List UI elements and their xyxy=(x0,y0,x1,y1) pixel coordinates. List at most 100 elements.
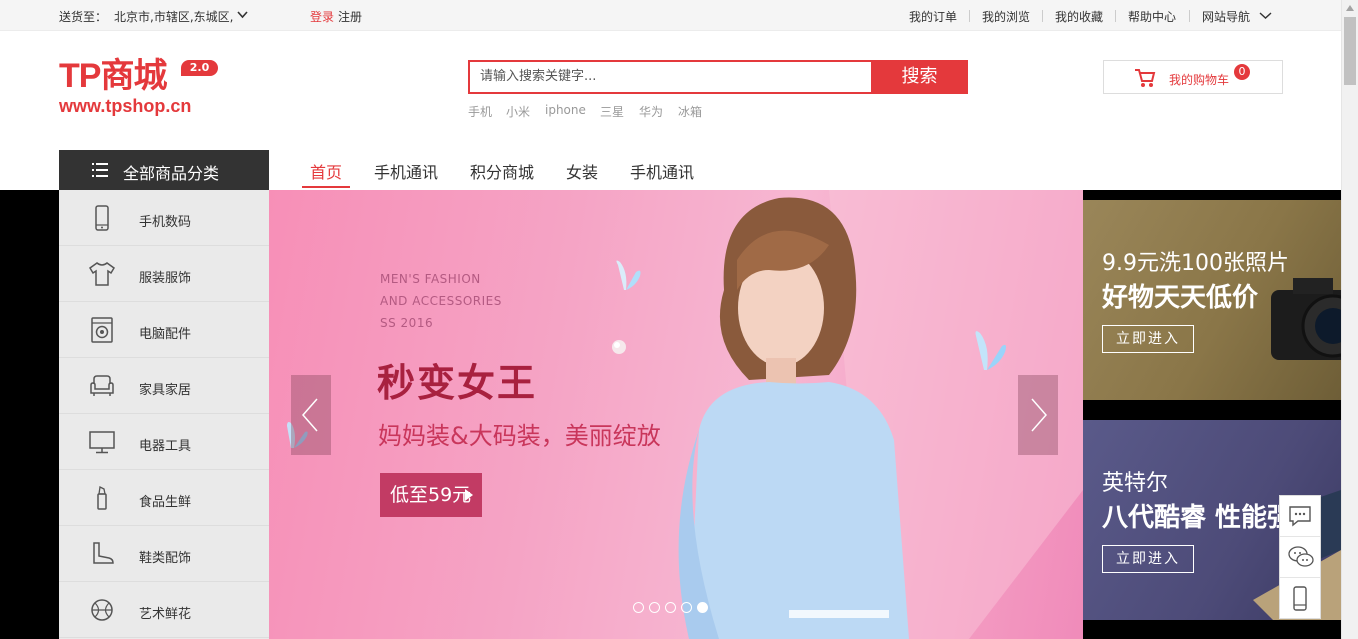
play-triangle-icon xyxy=(465,489,473,501)
logo-url: www.tpshop.cn xyxy=(59,96,192,116)
hot-word[interactable]: 小米 xyxy=(506,103,530,120)
category-label: 服装服饰 xyxy=(139,271,192,286)
logo-text[interactable]: TP商城 xyxy=(59,56,167,96)
slide-title: 秒变女王 xyxy=(377,361,538,405)
ad-enter-button[interactable]: 立即进入 xyxy=(1102,325,1194,353)
category-label: 电脑配件 xyxy=(139,327,192,342)
divider xyxy=(1115,10,1116,22)
category-sidebar: 手机数码 服装服饰 电脑配件 家具家居 电器工具 食品生鲜 鞋类配饰 艺术鲜花 xyxy=(59,190,269,639)
nav-item-phones[interactable]: 手机通讯 xyxy=(374,159,438,183)
menu-icon xyxy=(92,163,108,177)
ad-line-1: 9.9元洗100张照片 xyxy=(1102,251,1289,276)
lipstick-icon xyxy=(97,486,107,510)
category-item[interactable]: 服装服饰 xyxy=(59,246,269,302)
my-orders-link[interactable]: 我的订单 xyxy=(909,8,957,25)
register-link[interactable]: 注册 xyxy=(338,8,362,25)
boot-icon xyxy=(93,542,114,564)
category-item[interactable]: 手机数码 xyxy=(59,190,269,246)
mobile-phone-icon xyxy=(1293,586,1307,611)
cart-icon xyxy=(1135,69,1156,87)
help-center-link[interactable]: 帮助中心 xyxy=(1128,8,1176,25)
slide-cta-label: 低至59元 xyxy=(390,484,472,506)
chat-bubble-icon xyxy=(1289,506,1311,527)
category-item[interactable]: 鞋类配饰 xyxy=(59,526,269,582)
washer-icon xyxy=(91,317,113,343)
site-nav-link[interactable]: 网站导航 xyxy=(1202,8,1250,25)
nav-active-underline xyxy=(302,186,350,188)
hot-word[interactable]: 三星 xyxy=(600,103,624,120)
search-input[interactable]: 请输入搜索关键字... xyxy=(468,60,872,94)
delivery-label: 送货至： xyxy=(59,10,108,24)
nav-item-womens[interactable]: 女装 xyxy=(566,159,598,183)
monitor-icon xyxy=(89,431,115,454)
chevron-down-icon[interactable] xyxy=(237,11,248,19)
banner-decoration xyxy=(287,190,1083,639)
hot-word[interactable]: iphone xyxy=(545,103,586,117)
chevron-down-icon[interactable] xyxy=(1259,12,1272,20)
chevron-right-icon xyxy=(1031,398,1047,432)
delivery-location[interactable]: 北京市,市辖区,东城区, xyxy=(114,8,233,25)
divider xyxy=(1042,10,1043,22)
category-label: 鞋类配饰 xyxy=(139,551,192,566)
category-item[interactable]: 艺术鲜花 xyxy=(59,582,269,638)
category-label: 电器工具 xyxy=(139,439,192,454)
hot-word[interactable]: 冰箱 xyxy=(678,103,702,120)
category-item[interactable]: 电脑配件 xyxy=(59,302,269,358)
mobile-button[interactable] xyxy=(1280,578,1320,619)
slide-dot[interactable] xyxy=(681,602,692,613)
nav-item-phones-2[interactable]: 手机通讯 xyxy=(630,159,694,183)
category-label: 手机数码 xyxy=(139,215,192,230)
ad-card-camera[interactable]: 9.9元洗100张照片 好物天天低价 立即进入 xyxy=(1083,200,1341,400)
phone-icon xyxy=(95,205,109,231)
cart-button[interactable]: 我的购物车 0 xyxy=(1103,60,1283,94)
scroll-up-icon[interactable] xyxy=(1346,5,1354,11)
ad-line-2: 好物天天低价 xyxy=(1102,283,1259,313)
nav-item-home[interactable]: 首页 xyxy=(310,159,342,183)
slide-dot-active[interactable] xyxy=(697,602,708,613)
cart-label: 我的购物车 xyxy=(1169,73,1230,87)
banner-slide[interactable]: MEN'S FASHION AND ACCESSORIES SS 2016 秒变… xyxy=(269,190,1083,639)
category-item[interactable]: 家具家居 xyxy=(59,358,269,414)
ad-line-1: 英特尔 xyxy=(1102,471,1169,496)
slide-dot[interactable] xyxy=(633,602,644,613)
wechat-icon xyxy=(1288,546,1314,567)
shirt-icon xyxy=(89,262,115,286)
top-bar: 送货至： 北京市,市辖区,东城区, 登录 注册 我的订单 我的浏览 我的收藏 帮… xyxy=(0,0,1341,31)
login-link[interactable]: 登录 xyxy=(310,8,334,25)
hot-word[interactable]: 手机 xyxy=(468,103,492,120)
sofa-icon xyxy=(90,375,114,396)
slide-cta-button[interactable]: 低至59元 xyxy=(380,473,482,517)
category-item[interactable]: 电器工具 xyxy=(59,414,269,470)
floating-toolbar xyxy=(1279,495,1321,619)
logo-version-badge: 2.0 xyxy=(181,60,218,76)
slide-en-line: SS 2016 xyxy=(380,316,434,330)
divider xyxy=(1189,10,1190,22)
slide-subtitle: 妈妈装&大码装，美丽绽放 xyxy=(378,422,661,450)
slide-en-line: MEN'S FASHION xyxy=(380,272,481,286)
slide-en-line: AND ACCESSORIES xyxy=(380,294,502,308)
hot-word[interactable]: 华为 xyxy=(639,103,663,120)
my-history-link[interactable]: 我的浏览 xyxy=(982,8,1030,25)
my-favorites-link[interactable]: 我的收藏 xyxy=(1055,8,1103,25)
category-item[interactable]: 食品生鲜 xyxy=(59,470,269,526)
category-label: 艺术鲜花 xyxy=(139,607,192,622)
next-slide-button[interactable] xyxy=(1018,375,1058,455)
scroll-thumb[interactable] xyxy=(1344,17,1356,85)
chevron-left-icon xyxy=(302,398,318,432)
prev-slide-button[interactable] xyxy=(291,375,331,455)
nav-item-points-mall[interactable]: 积分商城 xyxy=(470,159,534,183)
ad-enter-button[interactable]: 立即进入 xyxy=(1102,545,1194,573)
category-label: 食品生鲜 xyxy=(139,495,192,510)
page-scrollbar[interactable] xyxy=(1341,0,1358,639)
category-label: 家具家居 xyxy=(139,383,192,398)
all-categories-button[interactable]: 全部商品分类 xyxy=(59,150,269,190)
search-button[interactable]: 搜索 xyxy=(871,60,968,94)
all-categories-label: 全部商品分类 xyxy=(123,164,220,183)
slide-dot[interactable] xyxy=(649,602,660,613)
message-button[interactable] xyxy=(1280,496,1320,537)
ball-icon xyxy=(91,599,113,621)
wechat-button[interactable] xyxy=(1280,537,1320,578)
slide-dot[interactable] xyxy=(665,602,676,613)
divider xyxy=(969,10,970,22)
camera-image xyxy=(1271,278,1341,360)
